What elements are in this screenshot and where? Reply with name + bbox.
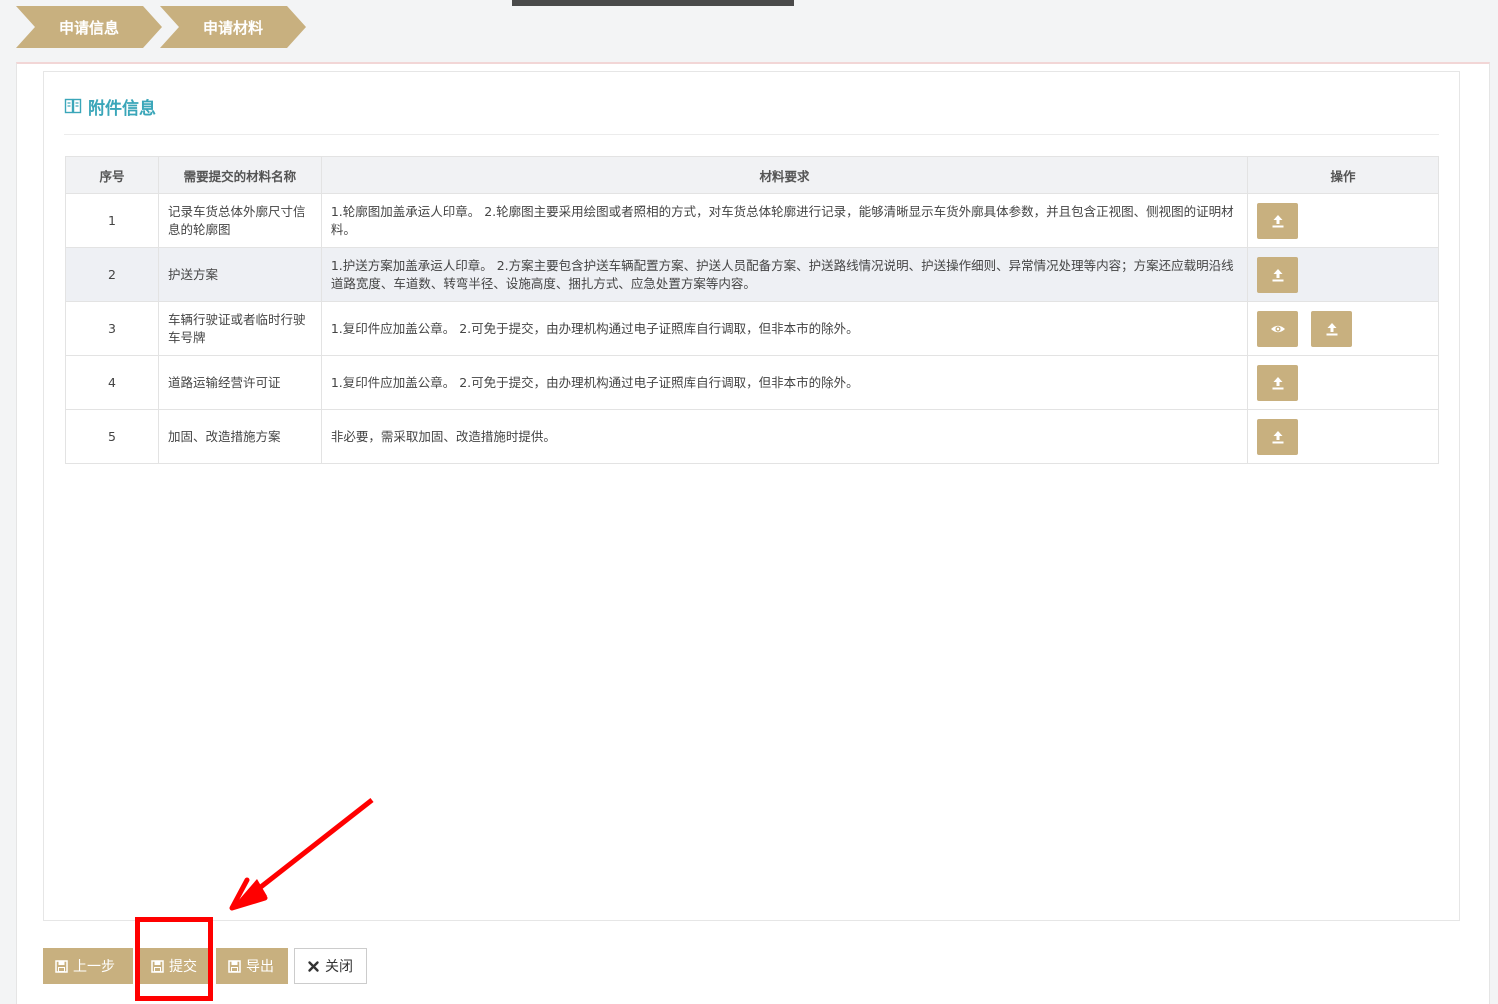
table-row: 4 道路运输经营许可证 1.复印件应加盖公章。 2.可免于提交，由办理机构通过电… bbox=[65, 355, 1439, 410]
header-requirement: 材料要求 bbox=[320, 156, 1249, 194]
upload-icon bbox=[1272, 376, 1284, 389]
row-requirement: 1.复印件应加盖公章。 2.可免于提交，由办理机构通过电子证照库自行调取，但非本… bbox=[320, 355, 1249, 410]
step-application-materials[interactable]: 申请材料 bbox=[160, 6, 306, 48]
row-actions bbox=[1247, 247, 1439, 302]
row-actions bbox=[1247, 301, 1439, 356]
save-icon bbox=[55, 959, 68, 973]
row-actions bbox=[1247, 193, 1439, 248]
row-no: 2 bbox=[65, 247, 159, 302]
close-icon bbox=[308, 960, 319, 972]
row-requirement: 非必要，需采取加固、改造措施时提供。 bbox=[320, 409, 1249, 464]
annotation-highlight-box bbox=[135, 917, 213, 1001]
view-button[interactable] bbox=[1257, 310, 1299, 347]
table-row: 1 记录车货总体外廓尺寸信息的轮廓图 1.轮廓图加盖承运人印章。 2.轮廓图主要… bbox=[65, 193, 1439, 248]
header-actions: 操作 bbox=[1247, 156, 1439, 194]
row-material-name: 道路运输经营许可证 bbox=[157, 355, 322, 410]
upload-icon bbox=[1272, 214, 1284, 227]
upload-button[interactable] bbox=[1257, 256, 1299, 293]
row-no: 3 bbox=[65, 301, 159, 356]
table-header-row: 序号 需要提交的材料名称 材料要求 操作 bbox=[65, 156, 1439, 194]
row-no: 4 bbox=[65, 355, 159, 410]
header-no: 序号 bbox=[65, 156, 159, 194]
row-requirement: 1.护送方案加盖承运人印章。 2.方案主要包含护送车辆配置方案、护送人员配备方案… bbox=[320, 247, 1249, 302]
top-dark-bar bbox=[512, 0, 794, 6]
upload-icon bbox=[1272, 268, 1284, 281]
row-actions bbox=[1247, 409, 1439, 464]
export-button[interactable]: 导出 bbox=[216, 948, 288, 984]
row-no: 5 bbox=[65, 409, 159, 464]
table-row: 3 车辆行驶证或者临时行驶车号牌 1.复印件应加盖公章。 2.可免于提交，由办理… bbox=[65, 301, 1439, 356]
eye-icon bbox=[1270, 325, 1285, 332]
row-requirement: 1.轮廓图加盖承运人印章。 2.轮廓图主要采用绘图或者照相的方式，对车货总体轮廓… bbox=[320, 193, 1249, 248]
section-divider bbox=[64, 134, 1439, 135]
row-requirement: 1.复印件应加盖公章。 2.可免于提交，由办理机构通过电子证照库自行调取，但非本… bbox=[320, 301, 1249, 356]
upload-button[interactable] bbox=[1311, 310, 1353, 347]
row-material-name: 护送方案 bbox=[157, 247, 322, 302]
export-label: 导出 bbox=[246, 959, 274, 975]
close-button[interactable]: 关闭 bbox=[294, 948, 367, 984]
header-name: 需要提交的材料名称 bbox=[157, 156, 322, 194]
upload-button[interactable] bbox=[1257, 202, 1299, 239]
materials-table: 序号 需要提交的材料名称 材料要求 操作 1 记录车货总体外廓尺寸信息的轮廓图 … bbox=[65, 156, 1439, 464]
close-label: 关闭 bbox=[325, 959, 353, 975]
table-row: 2 护送方案 1.护送方案加盖承运人印章。 2.方案主要包含护送车辆配置方案、护… bbox=[65, 247, 1439, 302]
section-title: 附件信息 bbox=[64, 92, 156, 120]
row-material-name: 车辆行驶证或者临时行驶车号牌 bbox=[157, 301, 322, 356]
upload-icon bbox=[1272, 430, 1284, 443]
row-material-name: 记录车货总体外廓尺寸信息的轮廓图 bbox=[157, 193, 322, 248]
save-icon bbox=[228, 959, 241, 973]
upload-icon bbox=[1326, 322, 1338, 335]
section-title-text: 附件信息 bbox=[88, 98, 156, 119]
step-application-info[interactable]: 申请信息 bbox=[16, 6, 162, 48]
table-row: 5 加固、改造措施方案 非必要，需采取加固、改造措施时提供。 bbox=[65, 409, 1439, 464]
row-material-name: 加固、改造措施方案 bbox=[157, 409, 322, 464]
previous-step-button[interactable]: 上一步 bbox=[43, 948, 133, 984]
row-actions bbox=[1247, 355, 1439, 410]
previous-step-label: 上一步 bbox=[73, 959, 115, 975]
book-icon bbox=[64, 98, 82, 114]
upload-button[interactable] bbox=[1257, 364, 1299, 401]
row-no: 1 bbox=[65, 193, 159, 248]
upload-button[interactable] bbox=[1257, 418, 1299, 455]
